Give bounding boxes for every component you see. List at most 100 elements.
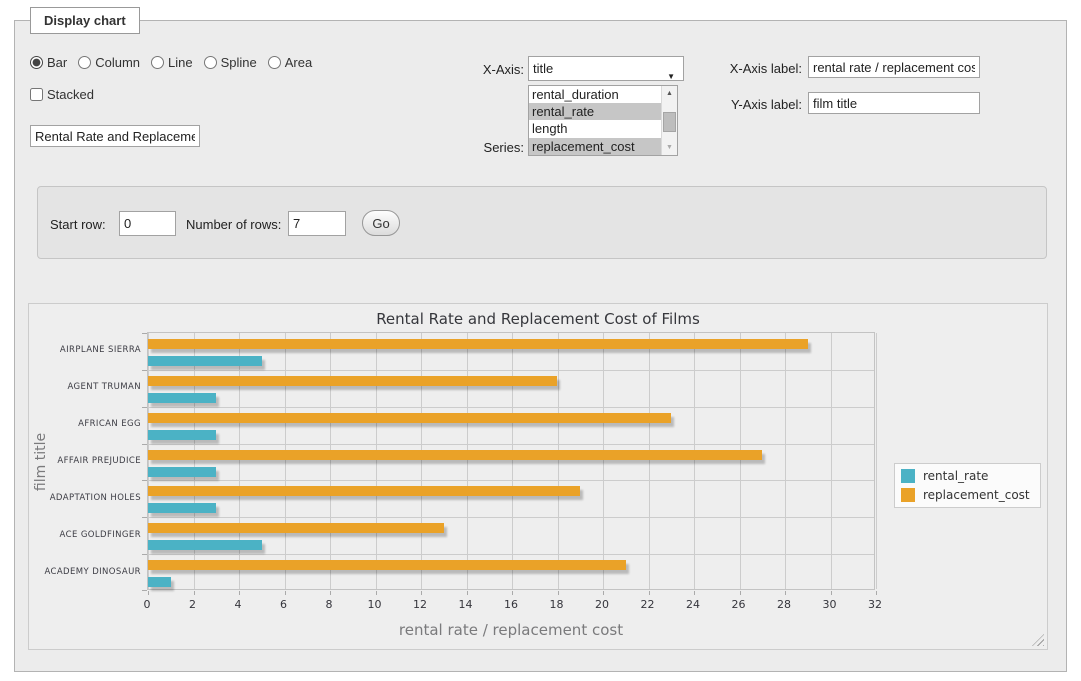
x-axis-label-label: X-Axis label: bbox=[710, 61, 802, 76]
scroll-up-icon[interactable]: ▲ bbox=[662, 86, 677, 101]
x-tick-label: 8 bbox=[314, 598, 344, 611]
x-axis-label-input[interactable] bbox=[808, 56, 980, 78]
x-tick-label: 12 bbox=[405, 598, 435, 611]
chart-type-label: Spline bbox=[221, 55, 257, 70]
resize-handle-icon[interactable] bbox=[1032, 634, 1044, 646]
x-axis-select-label: X-Axis: bbox=[454, 62, 524, 77]
series-option-length[interactable]: length bbox=[529, 120, 661, 137]
x-tick-mark bbox=[239, 591, 240, 595]
gridline-vertical bbox=[694, 333, 695, 589]
x-axis-select[interactable]: title ▼ bbox=[528, 56, 684, 81]
gridline-vertical bbox=[239, 333, 240, 589]
x-tick-label: 26 bbox=[724, 598, 754, 611]
chart-type-radio-line[interactable] bbox=[151, 56, 164, 69]
x-tick-label: 0 bbox=[132, 598, 162, 611]
stacked-checkbox[interactable] bbox=[30, 88, 43, 101]
x-tick-label: 28 bbox=[769, 598, 799, 611]
x-tick-label: 20 bbox=[587, 598, 617, 611]
fieldset-title: Display chart bbox=[30, 7, 140, 34]
gridline-vertical bbox=[558, 333, 559, 589]
category-label: AFRICAN EGG bbox=[33, 419, 141, 429]
stacked-label: Stacked bbox=[30, 87, 94, 102]
bar-rental_rate bbox=[148, 503, 216, 513]
chart-type-option-column: Column bbox=[78, 55, 140, 70]
series-option-rental_rate[interactable]: rental_rate bbox=[529, 103, 661, 120]
y-tick-mark bbox=[142, 517, 147, 518]
x-tick-mark bbox=[421, 591, 422, 595]
chart-type-radio-column[interactable] bbox=[78, 56, 91, 69]
series-option-replacement_cost[interactable]: replacement_cost bbox=[529, 138, 661, 155]
chart-builder-app: Display chart Bar Column Line Spline Area St… bbox=[0, 0, 1081, 681]
category-label: ADAPTATION HOLES bbox=[33, 493, 141, 503]
chart-type-label: Area bbox=[285, 55, 312, 70]
x-tick-mark bbox=[694, 591, 695, 595]
x-tick-mark bbox=[603, 591, 604, 595]
y-tick-mark bbox=[142, 590, 147, 591]
x-tick-mark bbox=[285, 591, 286, 595]
chart-legend: rental_ratereplacement_cost bbox=[894, 463, 1041, 508]
chart-title-input[interactable] bbox=[30, 125, 200, 147]
gridline-horizontal bbox=[148, 370, 874, 371]
chart-type-option-spline: Spline bbox=[204, 55, 257, 70]
x-tick-label: 24 bbox=[678, 598, 708, 611]
chart-type-option-area: Area bbox=[268, 55, 312, 70]
category-label: AIRPLANE SIERRA bbox=[33, 345, 141, 355]
series-scrollbar[interactable]: ▲ ▼ bbox=[661, 86, 677, 155]
chart-area: Rental Rate and Replacement Cost of Film… bbox=[28, 303, 1048, 650]
go-button[interactable]: Go bbox=[362, 210, 400, 236]
x-tick-label: 6 bbox=[269, 598, 299, 611]
bar-rental_rate bbox=[148, 467, 216, 477]
x-tick-mark bbox=[831, 591, 832, 595]
x-tick-label: 18 bbox=[542, 598, 572, 611]
x-tick-mark bbox=[785, 591, 786, 595]
y-tick-mark bbox=[142, 444, 147, 445]
chart-type-radio-bar[interactable] bbox=[30, 56, 43, 69]
chart-type-radio-area[interactable] bbox=[268, 56, 281, 69]
bar-replacement_cost bbox=[148, 560, 626, 570]
bar-replacement_cost bbox=[148, 523, 444, 533]
y-axis-label-input[interactable] bbox=[808, 92, 980, 114]
category-label: AFFAIR PREJUDICE bbox=[33, 456, 141, 466]
num-rows-input[interactable] bbox=[288, 211, 346, 236]
x-tick-label: 32 bbox=[860, 598, 890, 611]
num-rows-label: Number of rows: bbox=[186, 217, 281, 232]
gridline-horizontal bbox=[148, 517, 874, 518]
chart-x-axis-label: rental rate / replacement cost bbox=[147, 621, 875, 639]
y-tick-mark bbox=[142, 407, 147, 408]
x-tick-mark bbox=[330, 591, 331, 595]
x-tick-mark bbox=[740, 591, 741, 595]
x-tick-label: 14 bbox=[451, 598, 481, 611]
chart-type-label: Bar bbox=[47, 55, 67, 70]
bar-rental_rate bbox=[148, 577, 171, 587]
scroll-down-icon[interactable]: ▼ bbox=[662, 140, 677, 155]
chart-type-radio-spline[interactable] bbox=[204, 56, 217, 69]
legend-entry-rental_rate: rental_rate bbox=[901, 469, 1030, 483]
x-tick-mark bbox=[649, 591, 650, 595]
gridline-vertical bbox=[467, 333, 468, 589]
gridline-vertical bbox=[831, 333, 832, 589]
gridline-vertical bbox=[148, 333, 149, 589]
chart-type-radio-group: Bar Column Line Spline Area bbox=[30, 55, 312, 70]
category-label: AGENT TRUMAN bbox=[33, 382, 141, 392]
chart-type-label: Line bbox=[168, 55, 193, 70]
gridline-vertical bbox=[785, 333, 786, 589]
gridline-vertical bbox=[603, 333, 604, 589]
x-tick-label: 30 bbox=[815, 598, 845, 611]
x-tick-label: 10 bbox=[360, 598, 390, 611]
scrollbar-thumb[interactable] bbox=[663, 112, 676, 132]
series-option-rental_duration[interactable]: rental_duration bbox=[529, 86, 661, 103]
x-tick-mark bbox=[148, 591, 149, 595]
chart-title: Rental Rate and Replacement Cost of Film… bbox=[29, 310, 1047, 328]
x-tick-mark bbox=[194, 591, 195, 595]
chart-type-option-bar: Bar bbox=[30, 55, 67, 70]
gridline-vertical bbox=[330, 333, 331, 589]
gridline-horizontal bbox=[148, 444, 874, 445]
start-row-input[interactable] bbox=[119, 211, 176, 236]
x-tick-label: 22 bbox=[633, 598, 663, 611]
bar-replacement_cost bbox=[148, 450, 762, 460]
y-tick-mark bbox=[142, 370, 147, 371]
gridline-vertical bbox=[740, 333, 741, 589]
x-tick-mark bbox=[512, 591, 513, 595]
gridline-vertical bbox=[421, 333, 422, 589]
series-multiselect[interactable]: rental_durationrental_ratelengthreplacem… bbox=[528, 85, 678, 156]
